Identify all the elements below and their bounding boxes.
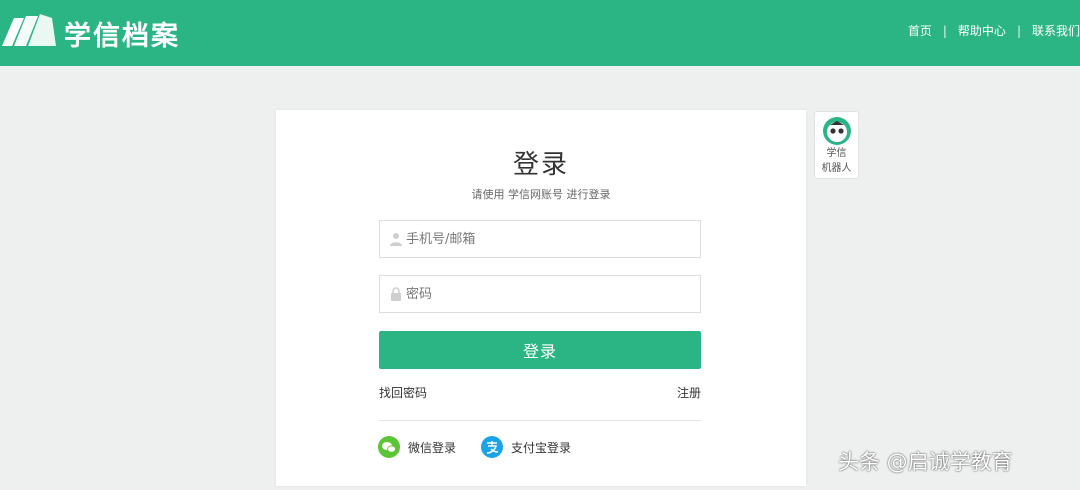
divider	[379, 420, 701, 421]
register-link[interactable]: 注册	[677, 384, 701, 401]
top-nav: 首页 | 帮助中心 | 联系我们	[908, 22, 1080, 39]
phone-email-input[interactable]	[406, 221, 696, 257]
robot-label-line2: 机器人	[821, 163, 852, 174]
wechat-login-label: 微信登录	[408, 440, 457, 455]
robot-avatar-icon	[822, 117, 851, 145]
phone-email-field	[379, 220, 701, 258]
logo-book-icon	[2, 14, 56, 46]
wechat-login-button[interactable]: 微信登录	[378, 436, 456, 458]
nav-contact-link[interactable]: 联系我们	[1032, 22, 1080, 39]
password-input[interactable]	[406, 276, 696, 312]
top-header: 学信档案 首页 | 帮助中心 | 联系我们	[0, 0, 1080, 66]
alipay-login-label: 支付宝登录	[511, 440, 572, 455]
password-field	[379, 275, 701, 313]
xuexin-robot-button[interactable]: 学信 机器人	[814, 111, 859, 179]
wechat-icon	[378, 436, 400, 458]
lock-icon	[391, 287, 401, 301]
nav-separator: |	[942, 23, 947, 38]
nav-home-link[interactable]: 首页	[908, 22, 932, 39]
robot-label-line1: 学信	[826, 148, 847, 159]
login-card: 登录 请使用 学信网账号 进行登录 登录 找回密码 注册 微信登录 支付宝登录	[276, 110, 806, 486]
forgot-password-link[interactable]: 找回密码	[379, 384, 427, 401]
login-title: 登录	[512, 150, 569, 180]
login-subtitle: 请使用 学信网账号 进行登录	[471, 188, 611, 201]
alipay-icon	[481, 436, 503, 458]
alipay-login-button[interactable]: 支付宝登录	[481, 436, 571, 458]
user-icon	[390, 233, 402, 246]
site-logo-text[interactable]: 学信档案	[64, 14, 180, 53]
nav-help-link[interactable]: 帮助中心	[958, 22, 1006, 39]
login-submit-button[interactable]: 登录	[379, 331, 701, 369]
watermark-text: 头条 @启诚学教育	[838, 450, 1013, 474]
nav-separator: |	[1016, 23, 1021, 38]
